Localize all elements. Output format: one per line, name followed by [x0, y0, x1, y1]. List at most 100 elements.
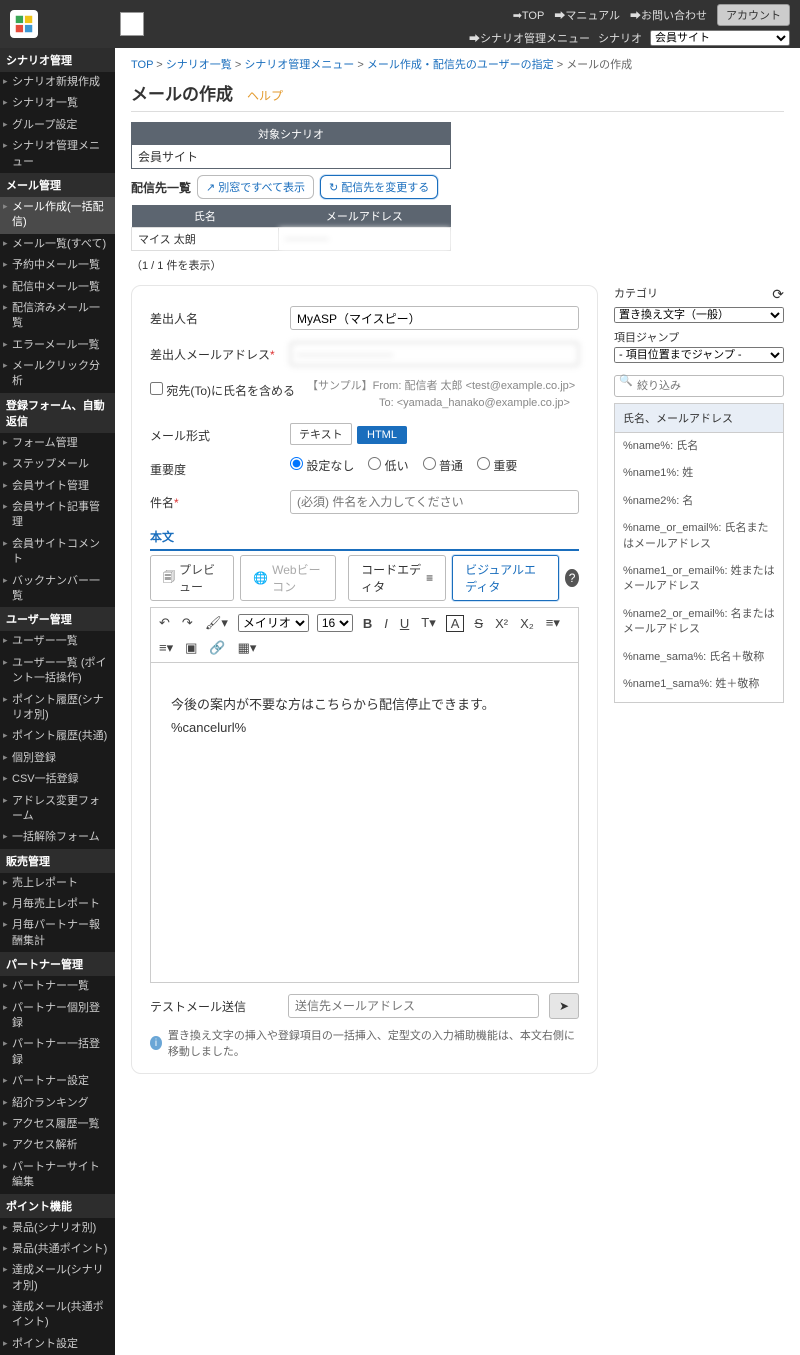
sup-icon[interactable]: X² [493, 616, 510, 631]
subject-input[interactable] [290, 490, 579, 514]
manual-link[interactable]: ➡マニュアル [554, 7, 620, 23]
sidebar-item[interactable]: 紹介ランキング [0, 1093, 115, 1114]
sidebar-item[interactable]: パートナー一覧 [0, 976, 115, 997]
priority-radio[interactable]: 低い [368, 459, 408, 473]
underline-icon[interactable]: U [398, 616, 411, 631]
preview-tab[interactable]: 🗐 プレビュー [150, 555, 234, 601]
replace-var-item[interactable]: %name%: 氏名 [615, 433, 783, 460]
sidebar-item[interactable]: パートナー一括登録 [0, 1034, 115, 1071]
visual-editor-tab[interactable]: ビジュアルエディタ [452, 555, 559, 601]
sidebar-item[interactable]: メール一覧(すべて) [0, 234, 115, 255]
sidebar-item[interactable]: ユーザー一覧 [0, 631, 115, 652]
brush-icon[interactable]: 🖌▾ [203, 615, 230, 631]
sidebar-item[interactable]: シナリオ一覧 [0, 93, 115, 114]
scenario-select[interactable]: 会員サイト [650, 30, 790, 46]
ul-icon[interactable]: ≡▾ [157, 640, 175, 656]
sidebar-item[interactable]: エラーメール一覧 [0, 335, 115, 356]
sidebar-item[interactable]: 会員サイト記事管理 [0, 497, 115, 534]
help-icon[interactable]: ? [565, 569, 579, 587]
sidebar-item[interactable]: パートナー個別登録 [0, 998, 115, 1035]
strike-icon[interactable]: S [472, 616, 485, 631]
image-icon[interactable]: ▣ [183, 640, 199, 656]
sidebar-item[interactable]: 個別登録 [0, 748, 115, 769]
font-select[interactable]: メイリオ [238, 614, 309, 632]
contact-link[interactable]: ➡お問い合わせ [630, 7, 707, 23]
sidebar-item[interactable]: メール作成(一括配信) [0, 197, 115, 234]
sidebar-item[interactable]: 景品(共通ポイント) [0, 1239, 115, 1260]
sidebar-item[interactable]: バックナンバー一覧 [0, 571, 115, 608]
sidebar-item[interactable]: 一括解除フォーム [0, 827, 115, 848]
test-mail-input[interactable] [288, 994, 539, 1018]
sidebar-item[interactable]: ステップメール [0, 454, 115, 475]
sidebar-item[interactable]: シナリオ管理メニュー [0, 136, 115, 173]
sidebar-item[interactable]: 売上レポート [0, 873, 115, 894]
sender-name-input[interactable] [290, 306, 579, 330]
to-name-checkbox[interactable] [150, 382, 163, 395]
help-link[interactable]: ヘルプ [247, 87, 283, 104]
sidebar-item[interactable]: CSV一括登録 [0, 769, 115, 790]
code-editor-tab[interactable]: コードエディタ ≡ [348, 555, 446, 601]
sidebar-item[interactable]: 配信済みメール一覧 [0, 298, 115, 335]
replace-var-item[interactable]: %name2_or_email%: 名またはメールアドレス [615, 601, 783, 644]
sidebar-item[interactable]: メールクリック分析 [0, 356, 115, 393]
undo-icon[interactable]: ↶ [157, 615, 172, 631]
sidebar-item[interactable]: シナリオ新規作成 [0, 72, 115, 93]
sidebar-item[interactable]: 会員サイト管理 [0, 476, 115, 497]
replace-var-item[interactable]: %name_sama%: 氏名＋敬称 [615, 644, 783, 671]
replace-var-item[interactable]: %name1_or_email%: 姓またはメールアドレス [615, 558, 783, 601]
sidebar-item[interactable]: 達成メール(シナリオ別) [0, 1260, 115, 1297]
sidebar-item[interactable]: パートナー設定 [0, 1071, 115, 1092]
replace-var-item[interactable]: %kana%: フリガナ [615, 698, 783, 703]
ol-icon[interactable]: ≡▾ [544, 615, 562, 631]
bold-icon[interactable]: B [361, 616, 374, 631]
sidebar-item[interactable]: ポイント履歴(共通) [0, 726, 115, 747]
sidebar-item[interactable]: 予約中メール一覧 [0, 255, 115, 276]
sub-icon[interactable]: X₂ [518, 616, 536, 631]
priority-radio[interactable]: 重要 [477, 459, 517, 473]
bgcolor-icon[interactable]: A [446, 615, 465, 632]
jump-select[interactable]: - 項目位置までジャンプ - [614, 347, 784, 363]
sidebar-item[interactable]: アドレス変更フォーム [0, 791, 115, 828]
scenario-mgmt-link[interactable]: ➡シナリオ管理メニュー [469, 30, 590, 46]
sidebar-item[interactable]: グループ設定 [0, 115, 115, 136]
sidebar-item[interactable]: ポイント設定 [0, 1334, 115, 1355]
change-dest-button[interactable]: ↻ 配信先を変更する [320, 175, 438, 199]
qr-icon[interactable] [120, 12, 144, 36]
replace-var-item[interactable]: %name2%: 名 [615, 488, 783, 515]
format-text-button[interactable]: テキスト [290, 423, 352, 445]
table-icon[interactable]: ▦▾ [236, 640, 259, 656]
beacon-tab[interactable]: 🌐 Webビーコン [240, 555, 336, 601]
logo[interactable] [10, 10, 38, 38]
filter-input[interactable] [614, 375, 784, 397]
sender-addr-input[interactable] [290, 342, 579, 366]
sidebar-item[interactable]: アクセス履歴一覧 [0, 1114, 115, 1135]
category-select[interactable]: 置き換え文字（一般） [614, 307, 784, 323]
sidebar-item[interactable]: 配信中メール一覧 [0, 277, 115, 298]
top-link[interactable]: ➡TOP [513, 9, 545, 22]
sidebar-item[interactable]: 達成メール(共通ポイント) [0, 1297, 115, 1334]
open-all-button[interactable]: ↗ 別窓ですべて表示 [197, 175, 314, 199]
link-icon[interactable]: 🔗 [207, 640, 227, 656]
refresh-icon[interactable]: ⟳ [772, 286, 784, 303]
sidebar-item[interactable]: 景品(シナリオ別) [0, 1218, 115, 1239]
sidebar-item[interactable]: 月毎売上レポート [0, 894, 115, 915]
sidebar-item[interactable]: 会員サイトコメント [0, 534, 115, 571]
priority-radio[interactable]: 設定なし [290, 459, 354, 473]
replace-var-item[interactable]: %name1_sama%: 姓＋敬称 [615, 671, 783, 698]
size-select[interactable]: 16 [317, 614, 353, 632]
account-button[interactable]: アカウント [717, 4, 790, 26]
send-test-button[interactable]: ➤ [549, 993, 579, 1019]
sidebar-item[interactable]: アクセス解析 [0, 1135, 115, 1156]
sidebar-item[interactable]: ポイント履歴(シナリオ別) [0, 690, 115, 727]
sidebar-item[interactable]: ユーザー一覧 (ポイント一括操作) [0, 653, 115, 690]
editor-body[interactable]: 今後の案内が不要な方はこちらから配信停止できます。 %cancelurl% [150, 663, 579, 983]
replace-var-item[interactable]: %name_or_email%: 氏名またはメールアドレス [615, 515, 783, 558]
sidebar-item[interactable]: 月毎パートナー報酬集計 [0, 915, 115, 952]
sidebar-item[interactable]: フォーム管理 [0, 433, 115, 454]
format-html-button[interactable]: HTML [357, 426, 407, 444]
replace-var-item[interactable]: %name1%: 姓 [615, 460, 783, 487]
sidebar-item[interactable]: パートナーサイト編集 [0, 1157, 115, 1194]
priority-radio[interactable]: 普通 [423, 459, 463, 473]
italic-icon[interactable]: I [382, 616, 390, 631]
color-icon[interactable]: T▾ [419, 615, 437, 631]
